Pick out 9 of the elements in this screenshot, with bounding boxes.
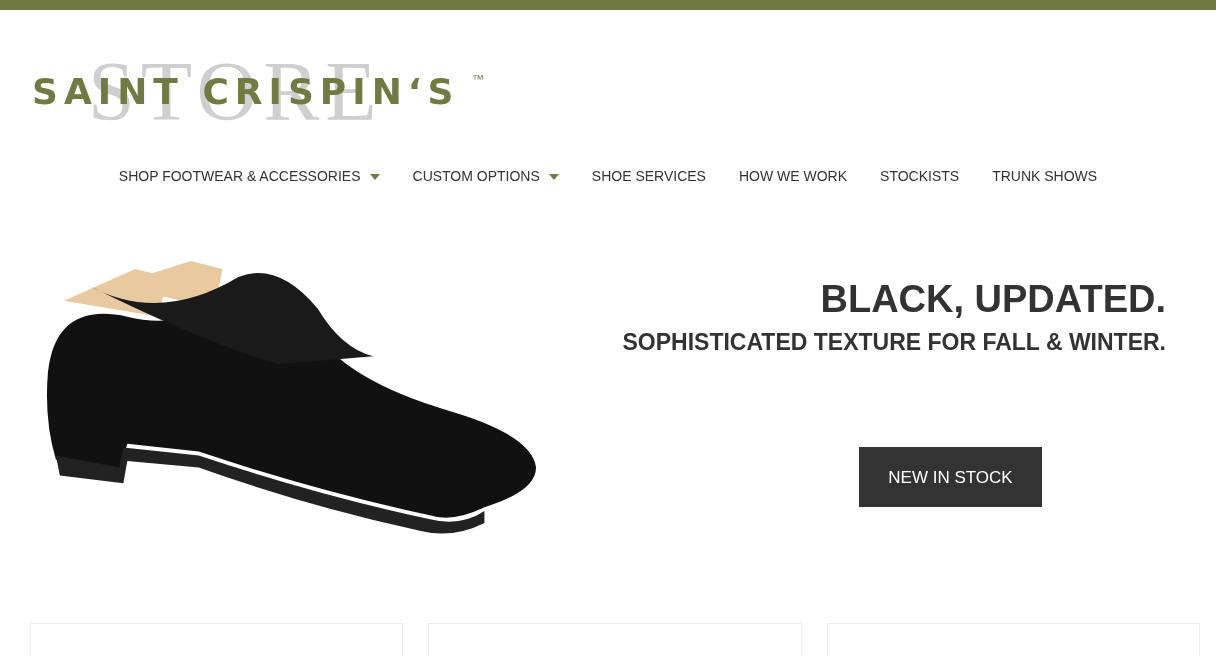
- nav-dropdown[interactable]: SHOP FOOTWEAR & ACCESSORIES: [118, 166, 380, 187]
- nav-link[interactable]: SHOE SERVICES: [591, 166, 706, 187]
- nav-link[interactable]: TRUNK SHOWS: [992, 166, 1098, 187]
- hero-subheadline: SOPHISTICATED TEXTURE FOR FALL & WINTER.: [622, 327, 1166, 357]
- nav-link[interactable]: STOCKISTS: [880, 166, 960, 187]
- new-in-stock-button[interactable]: NEW IN STOCK: [859, 447, 1042, 508]
- nav-dropdown[interactable]: CUSTOM OPTIONS: [412, 166, 559, 187]
- hero-headline: BLACK, UPDATED.: [820, 279, 1166, 321]
- nav-link[interactable]: HOW WE WORK: [738, 166, 848, 187]
